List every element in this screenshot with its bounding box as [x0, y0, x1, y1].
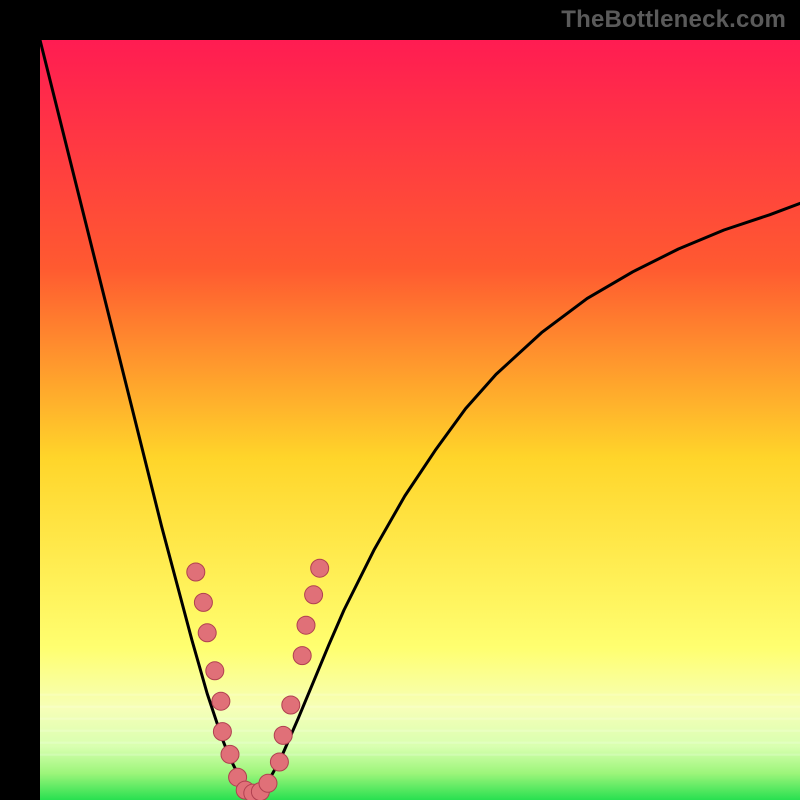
- plot-background: [40, 40, 800, 800]
- chart-svg: [40, 40, 800, 800]
- data-marker: [187, 563, 205, 581]
- chart-frame: TheBottleneck.com: [0, 0, 800, 800]
- data-marker: [221, 745, 239, 763]
- data-marker: [206, 662, 224, 680]
- data-marker: [311, 559, 329, 577]
- data-marker: [293, 647, 311, 665]
- data-marker: [297, 616, 315, 634]
- data-marker: [282, 696, 300, 714]
- data-marker: [212, 692, 230, 710]
- data-marker: [194, 593, 212, 611]
- data-marker: [274, 726, 292, 744]
- data-marker: [198, 624, 216, 642]
- data-marker: [259, 774, 277, 792]
- data-marker: [305, 586, 323, 604]
- watermark-text: TheBottleneck.com: [561, 6, 786, 34]
- bottleneck-chart: [40, 40, 800, 800]
- data-marker: [213, 723, 231, 741]
- data-marker: [270, 753, 288, 771]
